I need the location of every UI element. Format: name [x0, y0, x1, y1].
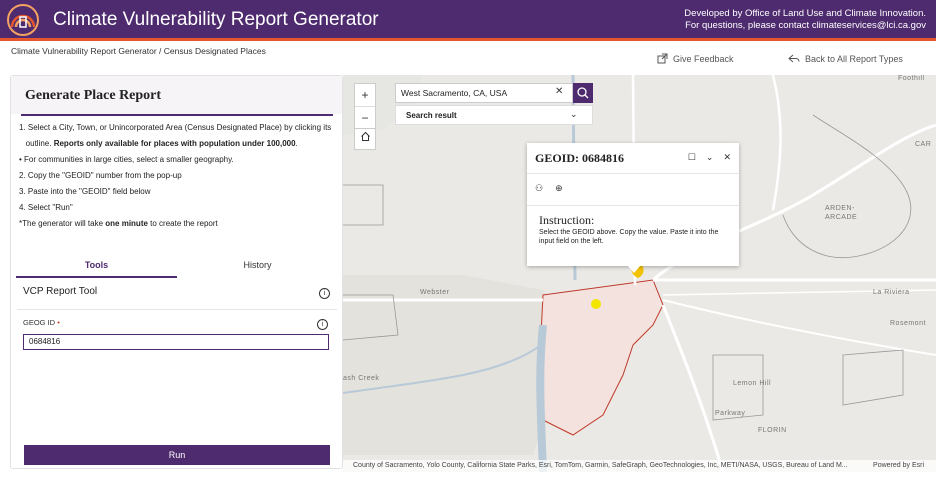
popup-divider: [527, 173, 739, 174]
geog-id-label: GEOG ID •: [23, 318, 60, 327]
zoom-to-icon[interactable]: ⊕: [555, 183, 563, 194]
popup-title: GEOID: 0684816: [535, 151, 625, 165]
tool-info-icon[interactable]: i: [319, 288, 330, 299]
contact-text[interactable]: For questions, please contact climateser…: [684, 20, 926, 32]
popup-pointer: [628, 266, 640, 273]
app-title: Climate Vulnerability Report Generator: [53, 9, 379, 30]
back-arrow-icon: [788, 54, 800, 63]
give-feedback-label: Give Feedback: [673, 53, 734, 64]
tab-tools[interactable]: Tools: [16, 260, 177, 270]
basemap: [343, 75, 936, 472]
required-mark: •: [57, 318, 60, 327]
instruction-title: Instruction:: [539, 213, 595, 227]
tool-name: VCP Report Tool: [23, 286, 98, 297]
search-result-dropdown[interactable]: Search result: [395, 105, 593, 125]
home-icon: [360, 131, 370, 141]
breadcrumb: Climate Vulnerability Report Generator /…: [11, 46, 266, 56]
panel-title-rule: [21, 114, 333, 116]
tool-tabs: Tools History: [16, 256, 338, 278]
geog-id-info-icon[interactable]: i: [317, 319, 328, 330]
instruction-body: Select the GEOID above. Copy the value. …: [539, 229, 719, 245]
tab-history[interactable]: History: [177, 260, 338, 270]
external-link-icon: [657, 53, 668, 64]
map-attribution: County of Sacramento, Yolo County, Calif…: [343, 460, 936, 472]
panel-header: Generate Place Report: [11, 76, 342, 114]
map-label-lemonhill: Lemon Hill: [733, 380, 772, 387]
step-2: 2. Copy the "GEOID" number from the pop-…: [19, 171, 182, 180]
tool-divider: [17, 309, 337, 310]
step-1-note: • For communities in large cities, selec…: [19, 155, 234, 164]
zoom-controls: + −: [354, 83, 376, 129]
timing-note: *The generator will take one minute to c…: [19, 219, 218, 228]
map-label-florin: FLORIN: [758, 427, 787, 434]
app-logo-icon: [7, 4, 39, 36]
map-search-input[interactable]: West Sacramento, CA, USA: [395, 83, 573, 103]
search-button[interactable]: [573, 83, 593, 103]
map-label-lariviera: La Riviera: [873, 289, 910, 296]
geog-id-input[interactable]: 0684816: [23, 334, 329, 350]
clear-search-icon[interactable]: ✕: [555, 86, 563, 97]
header-info: Developed by Office of Land Use and Clim…: [684, 8, 926, 32]
breadcrumb-root-link[interactable]: Climate Vulnerability Report Generator: [11, 46, 157, 56]
breadcrumb-separator: /: [156, 46, 164, 56]
map-label-webster: Webster: [420, 289, 450, 296]
chevron-down-icon[interactable]: ⌄: [570, 109, 578, 120]
map-view[interactable]: Foothill CAR ARDEN- ARCADE SACRAMENTO We…: [343, 75, 936, 472]
geoid-popup: GEOID: 0684816 ☐ ⌄ ✕ ⚇ ⊕ Instruction: Se…: [527, 143, 739, 273]
zoom-out-button[interactable]: −: [355, 106, 375, 128]
step-3: 3. Paste into the "GEOID" field below: [19, 187, 151, 196]
instructions-list: 1. Select a City, Town, or Unincorporate…: [19, 120, 339, 232]
close-icon[interactable]: ✕: [723, 152, 731, 163]
map-label-arcade: ARCADE: [825, 214, 858, 221]
map-label-car: CAR: [915, 141, 932, 148]
active-tab-indicator: [16, 276, 177, 278]
powered-by-esri[interactable]: Powered by Esri: [873, 460, 924, 472]
run-button[interactable]: Run: [24, 445, 330, 465]
map-label-foothill: Foothill: [898, 75, 925, 82]
developer-text: Developed by Office of Land Use and Clim…: [684, 8, 926, 19]
dock-icon[interactable]: ☐: [688, 152, 696, 163]
popup-divider-2: [527, 205, 739, 206]
back-label: Back to All Report Types: [805, 53, 903, 64]
search-icon: [577, 87, 589, 99]
select-feature-icon[interactable]: ⚇: [535, 183, 543, 194]
back-to-report-types-link[interactable]: Back to All Report Types: [788, 53, 903, 64]
report-panel: Generate Place Report 1. Select a City, …: [10, 75, 343, 469]
step-4: 4. Select "Run": [19, 203, 73, 212]
zoom-in-button[interactable]: +: [355, 84, 375, 106]
step-1-cont: outline. Reports only available for plac…: [25, 139, 298, 148]
map-label-arden: ARDEN-: [825, 205, 855, 212]
give-feedback-link[interactable]: Give Feedback: [657, 53, 734, 64]
collapse-chevron-icon[interactable]: ⌄: [706, 152, 714, 163]
step-1: 1. Select a City, Town, or Unincorporate…: [19, 123, 332, 132]
popup-tools: ⚇ ⊕: [535, 183, 563, 194]
map-label-creek: ash Creek: [343, 375, 380, 382]
popup-controls: ☐ ⌄ ✕: [688, 152, 731, 163]
home-button[interactable]: [354, 128, 376, 150]
panel-title: Generate Place Report: [25, 88, 162, 103]
breadcrumb-current: Census Designated Places: [163, 46, 266, 56]
app-header: Climate Vulnerability Report Generator D…: [0, 0, 936, 41]
map-label-rosemont: Rosemont: [890, 320, 926, 327]
map-label-parkway: Parkway: [715, 410, 746, 417]
